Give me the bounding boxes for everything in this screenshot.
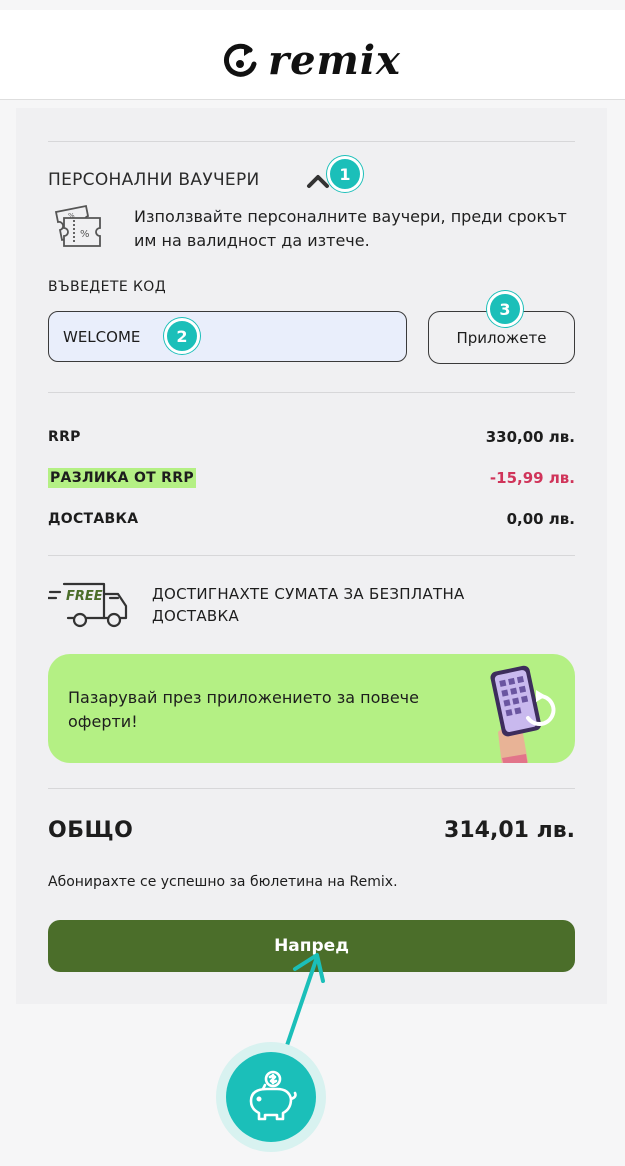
free-delivery-truck-icon: FREE xyxy=(48,582,128,628)
divider xyxy=(48,555,575,556)
logo-text: remix xyxy=(268,36,401,84)
code-label: ВЪВЕДЕТЕ КОД xyxy=(48,279,167,295)
step-badge-1: 1 xyxy=(327,156,363,192)
remix-logo[interactable]: remix xyxy=(222,34,401,86)
delivery-label: ДОСТАВКА xyxy=(48,511,139,527)
divider xyxy=(48,141,575,142)
divider xyxy=(48,392,575,393)
rrp-difference-label: РАЗЛИКА ОТ RRP xyxy=(48,468,196,488)
piggy-bank-badge xyxy=(226,1052,316,1142)
promo-text: Пазарувай през приложението за повече оф… xyxy=(68,688,419,731)
step-badge-2: 2 xyxy=(164,318,200,354)
app-promo-banner[interactable]: Пазарувай през приложението за повече оф… xyxy=(48,654,575,763)
rrp-value: 330,00 лв. xyxy=(485,428,575,446)
phone-in-hand-icon xyxy=(490,665,556,763)
svg-text:%: % xyxy=(80,229,90,240)
vouchers-title[interactable]: ПЕРСОНАЛНИ ВАУЧЕРИ xyxy=(48,170,260,190)
rrp-difference-value: -15,99 лв. xyxy=(489,469,575,487)
vouchers-description: Използвайте персоналните ваучери, преди … xyxy=(134,207,567,250)
rrp-label: RRP xyxy=(48,429,81,445)
free-delivery-message: ДОСТИГНАХТЕ СУМАТА ЗА БЕЗПЛАТНА ДОСТАВКА xyxy=(152,585,465,625)
delivery-value: 0,00 лв. xyxy=(506,510,575,528)
voucher-ticket-icon: % % xyxy=(54,204,101,247)
piggy-bank-icon xyxy=(249,1070,297,1121)
svg-text:%: % xyxy=(68,212,75,220)
header: remix xyxy=(0,10,625,100)
truck-free-text: FREE xyxy=(66,589,103,604)
newsletter-confirmation: Абонирахте се успешно за бюлетина на Rem… xyxy=(48,874,398,890)
total-label: ОБЩО xyxy=(48,818,134,843)
checkout-screen: remix ПЕРСОНАЛНИ ВАУЧЕРИ 1 % % Използвай… xyxy=(0,0,625,1166)
divider xyxy=(48,788,575,789)
remix-logo-icon xyxy=(224,43,257,77)
top-strip xyxy=(0,0,625,10)
step-badge-3: 3 xyxy=(487,291,523,327)
voucher-code-input[interactable] xyxy=(48,311,407,362)
total-value: 314,01 лв. xyxy=(444,818,575,843)
